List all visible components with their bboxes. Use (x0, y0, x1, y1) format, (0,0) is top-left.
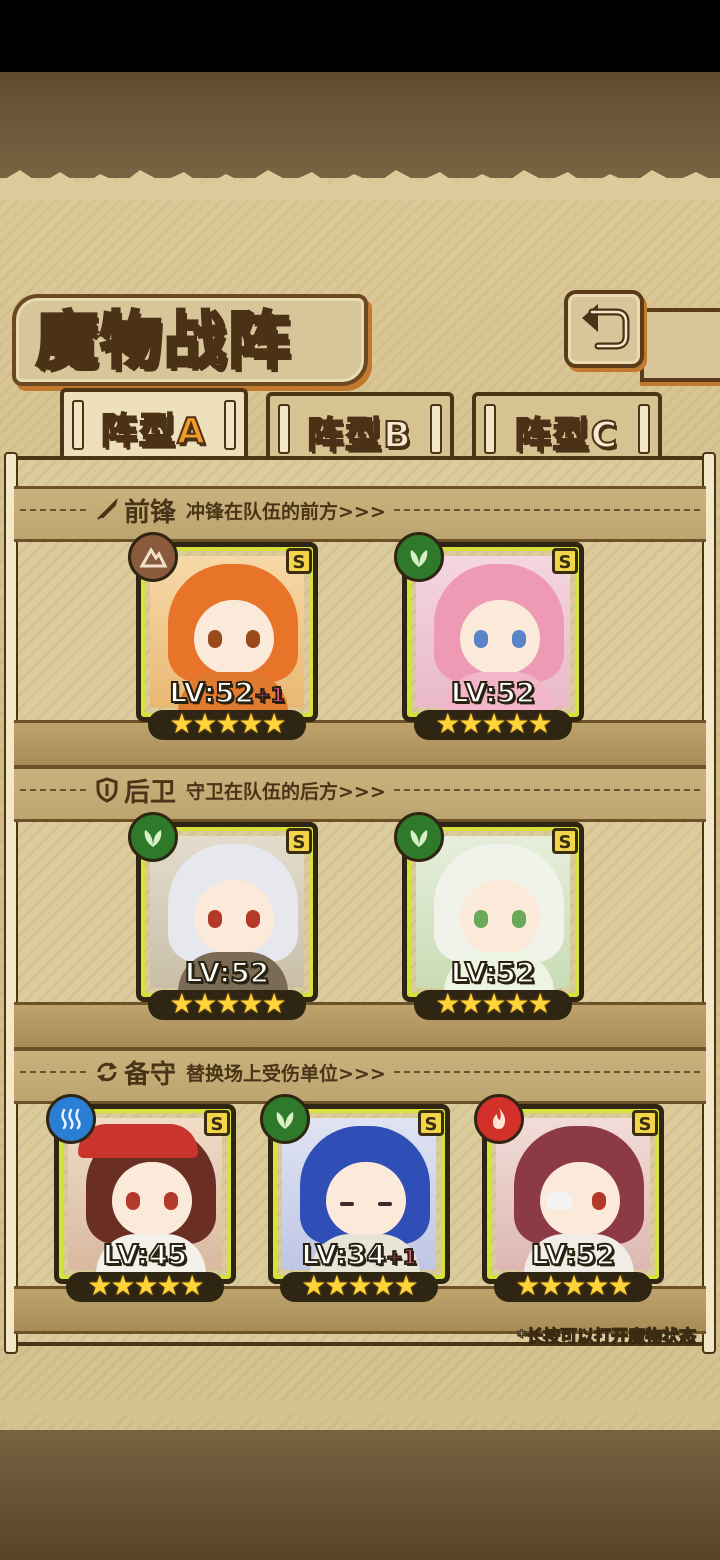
panel-rail-left (4, 452, 18, 1354)
map-band-top (0, 72, 720, 182)
divider (20, 789, 86, 791)
water-element-icon (46, 1094, 96, 1144)
back-button-extension (640, 308, 720, 382)
level-label: LV:34+1 (268, 1237, 450, 1272)
divider (20, 509, 86, 511)
rank-badge: S (552, 548, 578, 574)
level-label: LV:52 (402, 955, 584, 990)
section-description: 替换场上受伤单位>>> (186, 1062, 386, 1085)
tab-label-prefix: 阵型 (100, 410, 178, 453)
level-value: LV:52 (530, 1237, 617, 1272)
level-label: LV:45 (54, 1237, 236, 1272)
tab-label: 阵型B (270, 406, 450, 458)
rank-badge: S (286, 548, 312, 574)
shield-icon (94, 776, 120, 804)
star-rating: ★★★★★ (301, 1269, 419, 1302)
star-rating: ★★★★★ (515, 1269, 633, 1302)
unit-card-front-2[interactable]: S LV:52 ★★★★★ (394, 532, 584, 740)
page-title: 魔物战阵 (34, 303, 293, 379)
section-description: 守卫在队伍的后方>>> (186, 780, 386, 803)
tab-formation-c[interactable]: 阵型C (472, 392, 662, 458)
star-rating: ★★★★★ (87, 1269, 205, 1302)
level-label: LV:52 (482, 1237, 664, 1272)
divider (393, 509, 700, 511)
tab-label-suffix: C (590, 414, 620, 457)
level-value: LV:34 (300, 1237, 387, 1272)
level-value: LV:52 (450, 675, 537, 710)
tab-label-suffix: B (382, 414, 413, 457)
star-rating: ★★★★★ (435, 707, 553, 740)
status-bar (0, 0, 720, 72)
card-shelf-front (14, 720, 706, 768)
tab-label-prefix: 阵型 (514, 414, 591, 457)
torn-edge-bottom (0, 1400, 720, 1428)
leaf-element-icon (394, 812, 444, 862)
earth-element-icon (128, 532, 178, 582)
star-rating: ★★★★★ (169, 707, 287, 740)
section-header-rear: 后卫 守卫在队伍的后方>>> (20, 770, 700, 810)
fire-element-icon (474, 1094, 524, 1144)
unit-card-rear-2[interactable]: S LV:52 ★★★★★ (394, 812, 584, 1020)
level-bonus: +1 (253, 682, 286, 708)
divider (20, 1071, 86, 1073)
unit-card-front-1[interactable]: S LV:52+1 ★★★★★ (128, 532, 318, 740)
divider (393, 1071, 700, 1073)
section-description: 冲锋在队伍的前方>>> (186, 500, 386, 523)
section-title: 备守 (124, 1059, 177, 1090)
map-band-bottom (0, 1420, 720, 1560)
section-title: 前锋 (124, 497, 177, 528)
section-header-reserve: 备守 替换场上受伤单位>>> (20, 1052, 700, 1092)
back-button[interactable] (564, 290, 644, 368)
rank-badge: S (418, 1110, 444, 1136)
long-press-hint: *长按可以打开魔物状态 (517, 1327, 697, 1348)
panel-rail-right (702, 452, 716, 1354)
unit-card-reserve-1[interactable]: S LV:45 ★★★★★ (46, 1094, 236, 1302)
unit-card-reserve-2[interactable]: S LV:34+1 ★★★★★ (260, 1094, 450, 1302)
level-label: LV:52 (136, 955, 318, 990)
leaf-element-icon (394, 532, 444, 582)
unit-card-rear-1[interactable]: S LV:52 ★★★★★ (128, 812, 318, 1020)
rank-badge: S (552, 828, 578, 854)
level-value: LV:45 (102, 1237, 189, 1272)
level-label: LV:52+1 (136, 675, 318, 710)
level-value: LV:52 (184, 955, 271, 990)
rank-badge: S (286, 828, 312, 854)
torn-edge-top (0, 170, 720, 200)
level-value: LV:52 (450, 955, 537, 990)
tab-label-suffix: A (176, 410, 207, 453)
rank-badge: S (632, 1110, 658, 1136)
tab-label: 阵型A (64, 402, 244, 454)
level-label: LV:52 (402, 675, 584, 710)
return-arrow-icon (582, 304, 630, 350)
unit-card-reserve-3[interactable]: S LV:52 ★★★★★ (474, 1094, 664, 1302)
divider (393, 789, 700, 791)
tab-formation-a[interactable]: 阵型A (60, 388, 248, 462)
leaf-element-icon (128, 812, 178, 862)
star-rating: ★★★★★ (435, 987, 553, 1020)
level-value: LV:52 (168, 675, 255, 710)
level-bonus: +1 (385, 1244, 418, 1270)
leaf-element-icon (260, 1094, 310, 1144)
star-rating: ★★★★★ (169, 987, 287, 1020)
game-screen: 魔物战阵 阵型A 阵型B 阵型C 前锋 冲锋在队伍的前方>>> 后卫 守卫在队伍… (0, 0, 720, 1560)
tab-label: 阵型C (476, 406, 658, 458)
section-header-front: 前锋 冲锋在队伍的前方>>> (20, 490, 700, 530)
rank-badge: S (204, 1110, 230, 1136)
section-title: 后卫 (124, 777, 177, 808)
tab-label-prefix: 阵型 (306, 414, 384, 457)
tab-formation-b[interactable]: 阵型B (266, 392, 454, 458)
swap-cycle-icon (94, 1058, 120, 1086)
card-shelf-rear (14, 1002, 706, 1050)
sword-icon (94, 496, 120, 524)
